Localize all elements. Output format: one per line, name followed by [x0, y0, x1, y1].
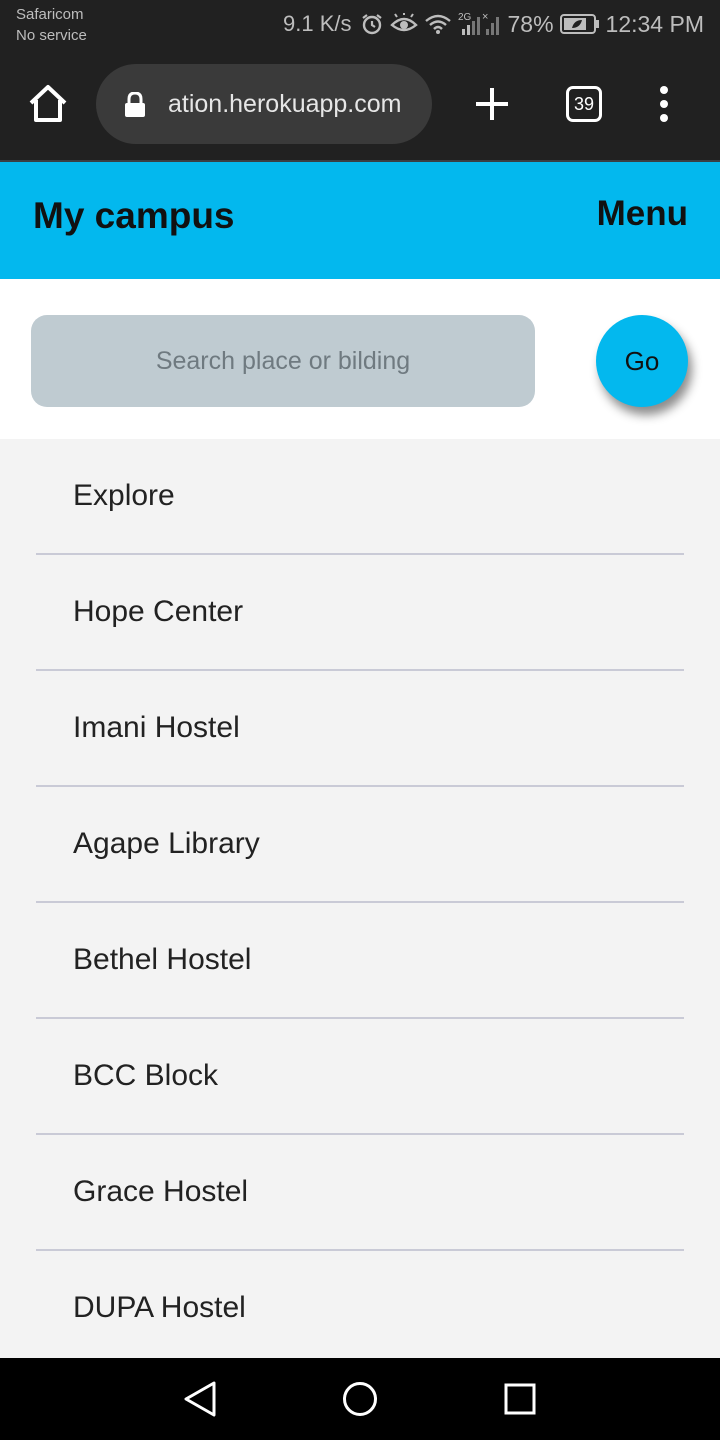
app-header: My campus Menu: [0, 162, 720, 279]
list-item-label: Explore: [73, 479, 175, 512]
eye-comfort-icon: [389, 13, 418, 35]
list-item-label: BCC Block: [73, 1059, 219, 1092]
carrier-name: Safaricom: [16, 6, 84, 23]
svg-text:×: ×: [482, 11, 488, 23]
status-indicators: 9.1 K/s 2G × 78% 12:34 PM: [283, 8, 704, 40]
list-item[interactable]: Grace Hostel: [0, 1135, 720, 1251]
network-speed: 9.1 K/s: [283, 11, 352, 36]
app-title: My campus: [33, 195, 235, 236]
list-item[interactable]: Hope Center: [0, 555, 720, 671]
list-item[interactable]: DUPA Hostel: [0, 1251, 720, 1358]
go-button[interactable]: Go: [596, 315, 688, 407]
alarm-icon: [360, 12, 384, 36]
list-item[interactable]: Imani Hostel: [0, 671, 720, 787]
url-text: ation.herokuapp.com: [168, 90, 402, 118]
list-item-label: DUPA Hostel: [73, 1291, 246, 1324]
recents-icon[interactable]: [504, 1383, 536, 1415]
lock-icon: [124, 91, 146, 118]
more-vert-icon[interactable]: [650, 82, 678, 126]
browser-toolbar: ation.herokuapp.com 39: [0, 48, 720, 160]
list-item[interactable]: BCC Block: [0, 1019, 720, 1135]
menu-button[interactable]: Menu: [597, 193, 688, 235]
list-item-label: Grace Hostel: [73, 1175, 249, 1208]
battery-icon: [559, 13, 600, 35]
plus-icon[interactable]: [470, 82, 514, 126]
list-item[interactable]: Agape Library: [0, 787, 720, 903]
list-item-label: Imani Hostel: [73, 711, 240, 744]
list-item[interactable]: Explore: [0, 439, 720, 555]
battery-level: 78%: [507, 10, 554, 37]
wifi-icon: [424, 13, 452, 35]
search-input[interactable]: [31, 315, 535, 407]
home-circle-icon[interactable]: [342, 1381, 378, 1417]
address-bar[interactable]: ation.herokuapp.com: [96, 64, 432, 144]
list-item-label: Hope Center: [73, 595, 244, 628]
system-nav-bar: [0, 1358, 720, 1440]
clock: 12:34 PM: [605, 10, 704, 37]
signal-icon: 2G ×: [458, 11, 502, 37]
list-item-label: Bethel Hostel: [73, 943, 252, 976]
place-list: Explore Hope Center Imani Hostel Agape L…: [0, 439, 720, 1358]
home-icon[interactable]: [26, 82, 70, 126]
tab-switcher-button[interactable]: 39: [566, 86, 602, 122]
svg-text:2G: 2G: [458, 12, 472, 23]
service-status: No service: [16, 27, 87, 44]
search-section: Go: [0, 279, 720, 439]
list-item[interactable]: Bethel Hostel: [0, 903, 720, 1019]
list-item-label: Agape Library: [73, 827, 260, 860]
status-bar: Safaricom No service 9.1 K/s 2G × 78% 12:…: [0, 0, 720, 48]
carrier-info: Safaricom No service: [16, 4, 87, 46]
back-icon[interactable]: [182, 1380, 218, 1418]
